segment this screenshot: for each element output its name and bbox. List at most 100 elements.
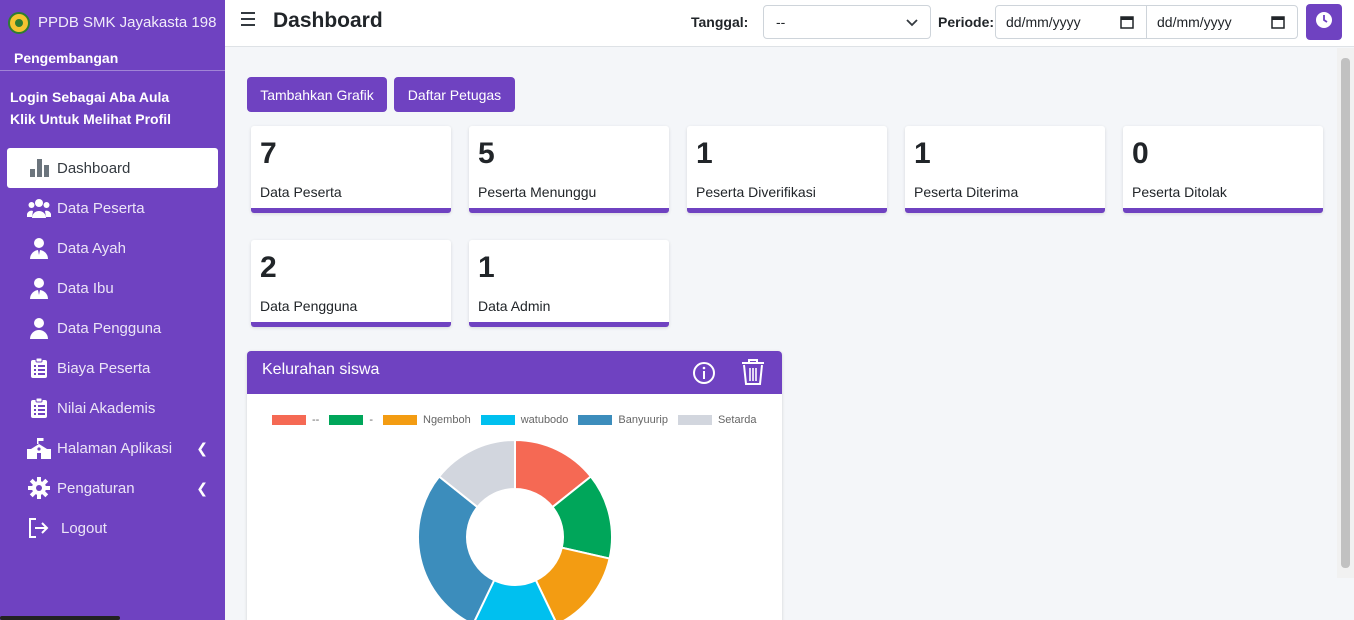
sidebar-item-label: Data Ibu: [57, 279, 114, 297]
legend-swatch: [383, 415, 417, 425]
stat-value: 5: [478, 137, 495, 170]
menu-toggle-icon[interactable]: [241, 12, 255, 30]
taskbar-edge: [0, 616, 120, 620]
tanggal-label: Tanggal:: [691, 14, 749, 30]
sidebar-item-pengaturan[interactable]: Pengaturan ❮: [7, 468, 218, 508]
sidebar-item-label: Dashboard: [57, 159, 131, 177]
legend-item[interactable]: Ngemboh: [383, 414, 471, 426]
chart-card-header: Kelurahan siswa: [247, 351, 782, 394]
users-icon: [27, 196, 51, 220]
stat-value: 1: [478, 251, 495, 284]
sidebar-item-label: Halaman Aplikasi: [57, 439, 173, 457]
date-to-input[interactable]: dd/mm/yyyy: [1146, 5, 1298, 39]
sub-brand: Pengembangan: [0, 45, 225, 71]
login-info: Login Sebagai Aba Aula: [10, 86, 215, 108]
clipboard-list-icon: [27, 356, 51, 380]
sidebar-item-label: Nilai Akademis: [57, 399, 156, 417]
date-from-input[interactable]: dd/mm/yyyy: [995, 5, 1147, 39]
legend-swatch: [480, 415, 515, 425]
date-from-placeholder: dd/mm/yyyy: [1006, 14, 1081, 30]
stat-card-peserta-menunggu[interactable]: 5 Peserta Menunggu: [469, 126, 669, 213]
legend-item[interactable]: Setarda: [677, 414, 757, 426]
chart-card: Kelurahan siswa -- - Ngemboh watubodo Banyuu…: [247, 351, 782, 620]
sidebar-item-nilai-akademis[interactable]: Nilai Akademis: [7, 388, 218, 428]
stat-label: Peserta Menunggu: [478, 184, 597, 200]
stat-card-data-peserta[interactable]: 7 Data Peserta: [251, 126, 451, 213]
user-tie-icon: [27, 236, 51, 260]
sidebar-item-label: Data Ayah: [57, 239, 126, 257]
legend-item[interactable]: --: [272, 414, 319, 426]
stat-card-data-admin[interactable]: 1 Data Admin: [469, 240, 669, 327]
chevron-down-icon: [906, 15, 918, 31]
chart-title: Kelurahan siswa: [262, 361, 380, 378]
sidebar-item-data-ayah[interactable]: Data Ayah: [7, 228, 218, 268]
legend-swatch: [272, 415, 306, 425]
clock-button[interactable]: [1306, 4, 1342, 40]
stat-value: 0: [1132, 137, 1149, 170]
legend-item[interactable]: Banyuurip: [578, 414, 668, 426]
sidebar-item-data-pengguna[interactable]: Data Pengguna: [7, 308, 218, 348]
page-title: Dashboard: [273, 9, 383, 32]
calendar-icon[interactable]: [1271, 15, 1285, 32]
trash-icon[interactable]: [740, 358, 766, 391]
clock-icon: [1315, 11, 1333, 34]
periode-label: Periode:: [938, 14, 995, 30]
stat-label: Data Peserta: [260, 184, 342, 200]
sidebar-nav: Dashboard Data Peserta Data Ayah Data Ib…: [0, 148, 225, 548]
sidebar-item-label: Data Pengguna: [57, 319, 162, 337]
legend-label: Setarda: [717, 414, 757, 426]
profile-link[interactable]: Klik Untuk Melihat Profil: [10, 108, 215, 130]
chevron-left-icon: ❮: [196, 480, 208, 496]
sidebar-item-label: Pengaturan: [57, 479, 135, 497]
top-navbar: Dashboard Tanggal: -- Periode: dd/mm/yyy…: [225, 0, 1354, 47]
sidebar: PPDB SMK Jayakasta 198 Pengembangan Logi…: [0, 0, 225, 620]
school-logo-icon: [8, 11, 30, 34]
stat-value: 1: [696, 137, 713, 170]
info-icon[interactable]: [692, 361, 716, 390]
sidebar-item-label: Biaya Peserta: [57, 359, 151, 377]
gear-icon: [27, 476, 51, 500]
stat-label: Data Pengguna: [260, 298, 358, 314]
stat-label: Peserta Diterima: [914, 184, 1019, 200]
stat-card-data-pengguna[interactable]: 2 Data Pengguna: [251, 240, 451, 327]
donut-chart: [417, 438, 613, 620]
brand-link[interactable]: PPDB SMK Jayakasta 198: [0, 0, 225, 45]
chart-legend: -- - Ngemboh watubodo Banyuurip Setarda: [272, 414, 767, 426]
user-panel[interactable]: Login Sebagai Aba Aula Klik Untuk Meliha…: [0, 71, 225, 144]
legend-item[interactable]: -: [329, 414, 373, 426]
school-icon: [27, 436, 51, 460]
tanggal-select[interactable]: --: [763, 5, 931, 39]
officer-list-button[interactable]: Daftar Petugas: [394, 77, 515, 112]
stat-value: 7: [260, 137, 277, 170]
legend-item[interactable]: watubodo: [480, 414, 568, 426]
clipboard-list-icon: [27, 396, 51, 420]
user-tie-icon: [27, 276, 51, 300]
stat-label: Data Admin: [478, 298, 551, 314]
user-name: Aba Aula: [109, 89, 170, 105]
sidebar-item-dashboard[interactable]: Dashboard: [7, 148, 218, 188]
sidebar-item-biaya-peserta[interactable]: Biaya Peserta: [7, 348, 218, 388]
logout-icon: [27, 516, 51, 540]
legend-swatch: [677, 415, 712, 425]
stat-card-peserta-ditolak[interactable]: 0 Peserta Ditolak: [1123, 126, 1323, 213]
brand-title: PPDB SMK Jayakasta 198: [38, 14, 217, 31]
login-prefix: Login Sebagai: [10, 89, 110, 105]
page-scrollbar[interactable]: [1337, 48, 1354, 578]
sidebar-item-halaman-aplikasi[interactable]: Halaman Aplikasi ❮: [7, 428, 218, 468]
legend-label: --: [312, 414, 320, 426]
sidebar-item-label: Data Peserta: [57, 199, 145, 217]
sidebar-item-data-peserta[interactable]: Data Peserta: [7, 188, 218, 228]
sidebar-item-data-ibu[interactable]: Data Ibu: [7, 268, 218, 308]
scrollbar-thumb[interactable]: [1341, 58, 1350, 568]
legend-swatch: [329, 415, 364, 425]
stat-value: 2: [260, 251, 277, 284]
bar-chart-icon: [27, 156, 51, 180]
calendar-icon[interactable]: [1120, 15, 1134, 32]
stat-label: Peserta Ditolak: [1132, 184, 1227, 200]
tanggal-select-value: --: [776, 14, 786, 30]
sidebar-item-logout[interactable]: Logout: [7, 508, 218, 548]
stat-card-peserta-diverifikasi[interactable]: 1 Peserta Diverifikasi: [687, 126, 887, 213]
stat-card-peserta-diterima[interactable]: 1 Peserta Diterima: [905, 126, 1105, 213]
add-chart-button[interactable]: Tambahkan Grafik: [247, 77, 387, 112]
user-icon: [27, 316, 51, 340]
